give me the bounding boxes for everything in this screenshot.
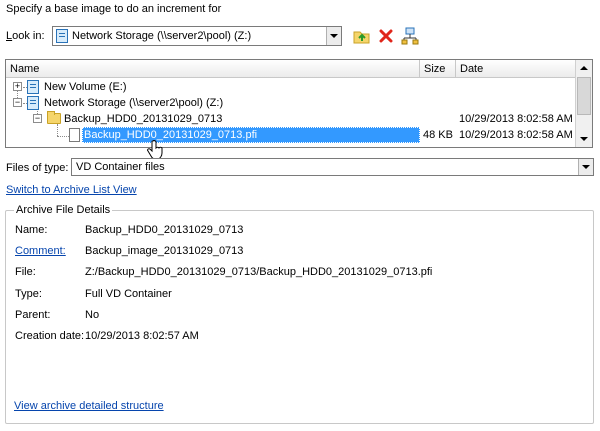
file-list[interactable]: Name Size Date + New Volume (E:) − Netwo… xyxy=(5,59,593,148)
list-item[interactable]: + New Volume (E:) xyxy=(6,79,575,95)
scroll-thumb[interactable] xyxy=(577,77,591,115)
creation-date-label: Creation date: xyxy=(15,330,85,342)
parent-value: No xyxy=(85,309,100,321)
view-archive-structure-link[interactable]: View archive detailed structure xyxy=(14,400,164,412)
row-date: 10/29/2013 8:02:58 AM xyxy=(459,129,573,141)
look-in-value: Network Storage (\\server2\pool) (Z:) xyxy=(72,30,252,42)
look-in-dropdown[interactable]: Network Storage (\\server2\pool) (Z:) xyxy=(52,26,342,46)
expand-icon[interactable]: + xyxy=(13,82,22,91)
column-header-size[interactable]: Size xyxy=(420,60,456,78)
chevron-down-icon xyxy=(330,34,338,38)
list-item[interactable]: − Backup_HDD0_20131029_0713 10/29/2013 8… xyxy=(6,111,575,127)
type-value: Full VD Container xyxy=(85,288,172,300)
network-icon[interactable] xyxy=(401,27,419,45)
switch-to-archive-list-link[interactable]: Switch to Archive List View xyxy=(6,184,137,196)
list-header: Name Size Date xyxy=(6,60,575,78)
row-date: 10/29/2013 8:02:58 AM xyxy=(459,113,573,125)
scroll-up-button[interactable] xyxy=(576,60,592,76)
scroll-down-button[interactable] xyxy=(576,131,592,147)
folder-icon xyxy=(47,111,61,124)
look-in-label: Look in: xyxy=(6,30,45,42)
name-label: Name: xyxy=(15,224,48,236)
up-folder-icon[interactable] xyxy=(353,27,371,45)
files-of-type-label: Files of type: xyxy=(6,162,69,174)
row-name: New Volume (E:) xyxy=(44,81,127,93)
list-item-selected[interactable]: Backup_HDD0_20131029_0713.pfi 48 KB 10/2… xyxy=(6,127,575,143)
dropdown-arrow-button[interactable] xyxy=(326,27,341,45)
comment-value: Backup_image_20131029_0713 xyxy=(85,245,244,257)
list-item[interactable]: − Network Storage (\\server2\pool) (Z:) xyxy=(6,95,575,111)
row-name: Backup_HDD0_20131029_0713.pfi xyxy=(82,127,420,143)
parent-label: Parent: xyxy=(15,309,51,321)
type-label: Type: xyxy=(15,288,42,300)
chevron-down-icon xyxy=(582,165,590,169)
network-drive-icon xyxy=(27,96,39,110)
archive-details-title: Archive File Details xyxy=(14,204,113,216)
dropdown-arrow-button[interactable] xyxy=(578,159,593,175)
file-label: File: xyxy=(15,266,36,278)
row-size: 48 KB xyxy=(423,129,453,141)
chevron-down-icon xyxy=(580,137,588,141)
files-of-type-value: VD Container files xyxy=(76,161,165,173)
dialog-heading: Specify a base image to do an increment … xyxy=(6,3,222,15)
file-value: Z:/Backup_HDD0_20131029_0713/Backup_HDD0… xyxy=(85,266,433,278)
column-header-name[interactable]: Name xyxy=(6,60,420,78)
collapse-icon[interactable]: − xyxy=(33,114,42,123)
collapse-icon[interactable]: − xyxy=(13,98,22,107)
file-icon xyxy=(69,128,80,142)
chevron-up-icon xyxy=(580,66,588,70)
drive-icon xyxy=(27,80,39,94)
comment-link[interactable]: Comment: xyxy=(15,245,66,257)
vertical-scrollbar[interactable] xyxy=(575,60,592,147)
network-drive-icon xyxy=(56,29,68,43)
name-value: Backup_HDD0_20131029_0713 xyxy=(85,224,244,236)
files-of-type-dropdown[interactable]: VD Container files xyxy=(71,158,594,176)
column-header-date[interactable]: Date xyxy=(456,60,575,78)
row-name: Network Storage (\\server2\pool) (Z:) xyxy=(44,97,224,109)
creation-date-value: 10/29/2013 8:02:57 AM xyxy=(85,330,199,342)
row-name: Backup_HDD0_20131029_0713 xyxy=(64,113,223,125)
delete-icon[interactable] xyxy=(377,27,395,45)
